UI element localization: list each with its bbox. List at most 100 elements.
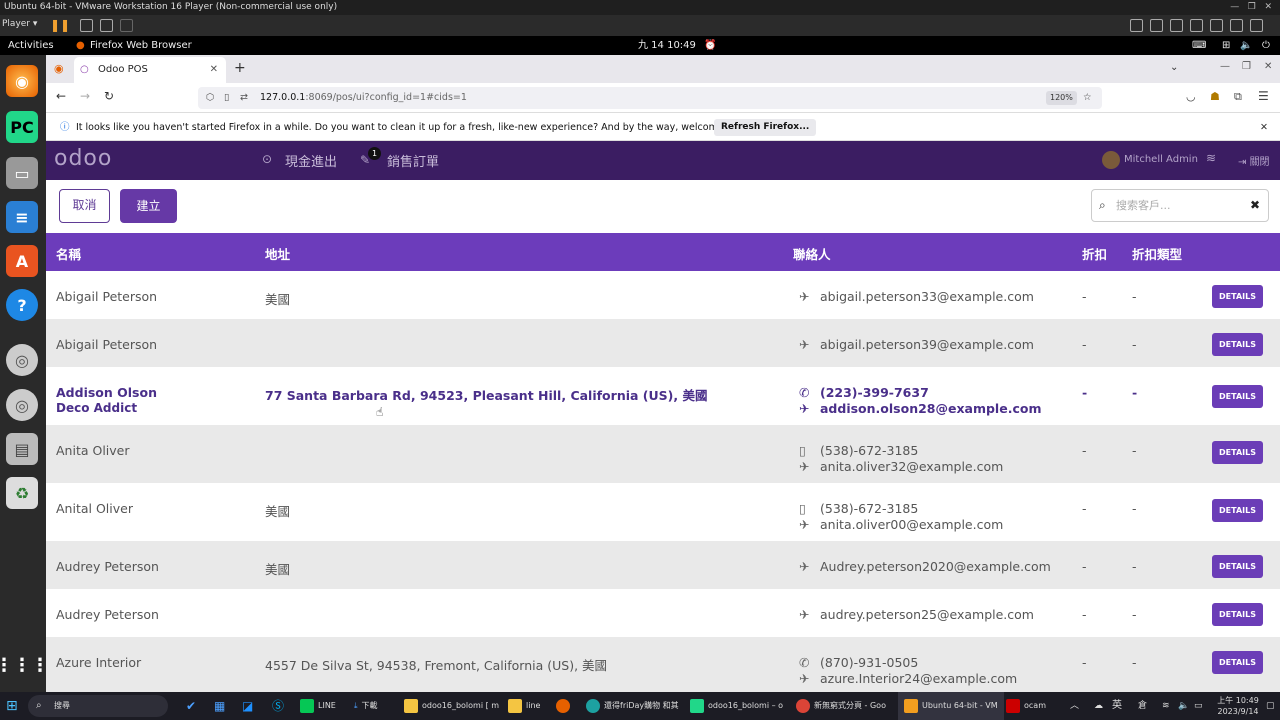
window-controls[interactable]: — ❐ ✕: [1230, 0, 1272, 15]
table-row[interactable]: Anita Oliver ▯ (538)-672-3185 ✈ anita.ol…: [46, 425, 1280, 483]
taskbar-chrome-friday[interactable]: 還得friDay購物 和其: [586, 692, 679, 720]
details-button[interactable]: DETAILS: [1212, 285, 1263, 308]
close-infobar-icon[interactable]: ✕: [1260, 114, 1268, 141]
list-tabs-icon[interactable]: ⌄: [1170, 62, 1178, 73]
create-button[interactable]: 建立: [120, 189, 177, 223]
disc-icon[interactable]: ◎: [6, 389, 38, 421]
device-icon[interactable]: [1130, 19, 1143, 32]
fit-guest-icon[interactable]: [100, 19, 113, 32]
network-icon[interactable]: ⊞: [1222, 36, 1230, 55]
volume-icon[interactable]: 🔈: [1178, 692, 1189, 720]
close-tab-icon[interactable]: ✕: [210, 57, 218, 83]
url-bar[interactable]: ⬡ ▯ ⇄ 127.0.0.1:8069/pos/ui?config_id=1#…: [198, 87, 1102, 109]
table-row[interactable]: Abigail Peterson ✈ abigail.peterson39@ex…: [46, 319, 1280, 367]
taskbar-pycharm[interactable]: odoo16_bolomi – o: [690, 692, 783, 720]
tab-odoo-pos[interactable]: ○ Odoo POS ✕: [74, 57, 226, 83]
keyboard-icon[interactable]: ⌨: [1192, 36, 1206, 55]
calendar-icon[interactable]: ▦: [214, 692, 225, 720]
cancel-button[interactable]: 取消: [59, 189, 110, 223]
menu-icon[interactable]: ☰: [1258, 89, 1269, 103]
show-apps-icon[interactable]: ⋮⋮⋮: [0, 649, 49, 681]
battery-icon[interactable]: ▭: [1194, 692, 1203, 720]
customer-search-input[interactable]: ⌕ 搜索客戶... ✖: [1091, 189, 1269, 222]
device-icon[interactable]: [1210, 19, 1223, 32]
clear-search-icon[interactable]: ✖: [1250, 190, 1260, 221]
player-menu[interactable]: Player ▾: [2, 19, 37, 29]
pause-icon[interactable]: ❚❚: [50, 18, 70, 32]
clock[interactable]: 九 14 10:49: [638, 36, 696, 55]
refresh-firefox-button[interactable]: Refresh Firefox...: [714, 119, 817, 136]
device-icon[interactable]: [1150, 19, 1163, 32]
details-button[interactable]: DETAILS: [1212, 441, 1263, 464]
taskbar-clock[interactable]: 上午 10:49 2023/9/14: [1214, 692, 1262, 720]
table-row[interactable]: Audrey Peterson 美國 ✈ Audrey.peterson2020…: [46, 541, 1280, 589]
unity-icon[interactable]: [120, 19, 133, 32]
disc-icon[interactable]: ◎: [6, 344, 38, 376]
new-tab-icon[interactable]: +: [234, 60, 246, 76]
close-window-icon[interactable]: ✕: [1264, 61, 1272, 72]
device-icon[interactable]: [1170, 19, 1183, 32]
taskbar-downloads[interactable]: ⤓ 下載: [354, 692, 378, 720]
details-button[interactable]: DETAILS: [1212, 499, 1263, 522]
wifi-icon[interactable]: ≋: [1162, 692, 1170, 720]
outlook-icon[interactable]: ◪: [242, 692, 253, 720]
extensions-icon[interactable]: ⧉: [1234, 90, 1242, 104]
page-icon[interactable]: ▯: [224, 87, 229, 109]
reload-icon[interactable]: ↻: [104, 89, 114, 103]
table-row[interactable]: Azure Interior 4557 De Silva St, 94538, …: [46, 637, 1280, 692]
start-icon[interactable]: ⊞: [6, 692, 18, 720]
onedrive-icon[interactable]: ☁: [1094, 692, 1103, 720]
table-row[interactable]: Addison Olson Deco Addict 77 Santa Barba…: [46, 367, 1280, 425]
notification-icon[interactable]: ▢: [1266, 692, 1275, 720]
ime-indicator[interactable]: 英: [1112, 692, 1122, 720]
firefox-icon[interactable]: ◉: [6, 65, 38, 97]
profile-icon[interactable]: ☗: [1210, 90, 1220, 103]
pycharm-icon[interactable]: PC: [6, 111, 38, 143]
tray-chevron-icon[interactable]: ︿: [1070, 692, 1079, 720]
ime-mode-icon[interactable]: 倉: [1138, 692, 1147, 720]
details-button[interactable]: DETAILS: [1212, 603, 1263, 626]
skype-icon[interactable]: Ⓢ: [272, 692, 284, 720]
details-button[interactable]: DETAILS: [1212, 385, 1263, 408]
bookmark-star-icon[interactable]: ☆: [1083, 87, 1092, 109]
table-row[interactable]: Anital Oliver 美國 ▯ (538)-672-3185 ✈ anit…: [46, 483, 1280, 541]
taskbar-line[interactable]: LINE: [300, 692, 336, 720]
todo-icon[interactable]: ✔: [186, 692, 196, 720]
taskbar-vmware[interactable]: Ubuntu 64-bit - VM: [898, 692, 1004, 720]
forward-icon[interactable]: →: [80, 89, 90, 103]
zoom-indicator[interactable]: 120%: [1046, 91, 1077, 105]
power-icon[interactable]: ⏻: [1262, 36, 1270, 55]
send-ctrl-alt-del-icon[interactable]: [80, 19, 93, 32]
close-pos-button[interactable]: ⇥ 關閉: [1238, 153, 1270, 168]
app-menu[interactable]: Firefox Web Browser: [90, 36, 192, 55]
orders-button[interactable]: 銷售訂單: [387, 151, 439, 170]
details-button[interactable]: DETAILS: [1212, 651, 1263, 674]
device-icon[interactable]: [1250, 19, 1263, 32]
device-icon[interactable]: [1230, 19, 1243, 32]
taskbar-folder-odoo[interactable]: odoo16_bolomi [ m: [404, 692, 499, 720]
tracking-shield-icon[interactable]: ⬡: [206, 87, 214, 109]
activities-button[interactable]: Activities: [8, 36, 54, 55]
software-center-icon[interactable]: A: [6, 245, 38, 277]
table-row[interactable]: Abigail Peterson 美國 ✈ abigail.peterson33…: [46, 271, 1280, 319]
taskbar-ocam[interactable]: ocam: [1006, 692, 1046, 720]
table-row[interactable]: Audrey Peterson ✈ audrey.peterson25@exam…: [46, 589, 1280, 637]
pocket-icon[interactable]: ◡: [1186, 90, 1196, 103]
firefox-view-icon[interactable]: ◉: [54, 62, 64, 75]
libreoffice-writer-icon[interactable]: ≡: [6, 201, 38, 233]
volume-icon[interactable]: 🔈: [1240, 36, 1252, 55]
taskbar-search[interactable]: ⌕ 搜尋: [28, 695, 168, 717]
taskbar-folder-line[interactable]: line: [508, 692, 540, 720]
taskbar-firefox[interactable]: [556, 692, 574, 720]
details-button[interactable]: DETAILS: [1212, 333, 1263, 356]
permissions-icon[interactable]: ⇄: [240, 87, 248, 109]
trash-icon[interactable]: ♻: [6, 477, 38, 509]
help-icon[interactable]: ?: [6, 289, 38, 321]
taskbar-chrome-newtab[interactable]: 新無窮式分頁 - Goo: [796, 692, 886, 720]
restore-icon[interactable]: ❐: [1242, 61, 1251, 72]
back-icon[interactable]: ←: [56, 89, 66, 103]
details-button[interactable]: DETAILS: [1212, 555, 1263, 578]
cash-in-out-button[interactable]: 現金進出: [285, 151, 337, 170]
device-icon[interactable]: [1190, 19, 1203, 32]
minimize-icon[interactable]: —: [1220, 61, 1230, 72]
